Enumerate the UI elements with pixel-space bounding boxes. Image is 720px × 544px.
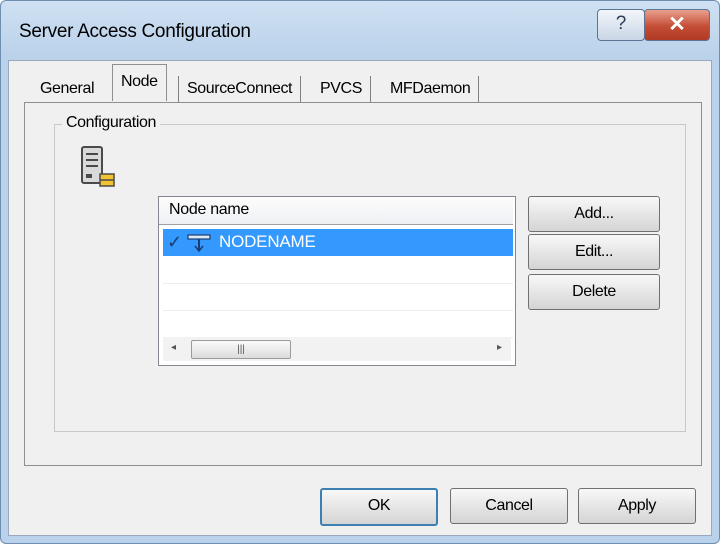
tab-sourceconnect[interactable]: SourceConnect — [178, 76, 302, 102]
cancel-button[interactable]: Cancel — [450, 488, 568, 524]
close-icon: ✕ — [668, 13, 686, 36]
edit-button[interactable]: Edit... — [528, 234, 660, 270]
tab-mfdaemon[interactable]: MFDaemon — [384, 76, 480, 102]
help-icon: ? — [615, 13, 627, 34]
scroll-right-icon[interactable]: ▸ — [497, 342, 502, 353]
grip-icon: ||| — [237, 344, 245, 355]
column-header-node-name[interactable]: Node name — [159, 197, 513, 225]
help-button[interactable]: ? — [597, 9, 645, 41]
column-header-label: Node name — [169, 201, 250, 218]
tab-general[interactable]: General — [40, 76, 95, 102]
window-title: Server Access Configuration — [19, 21, 251, 42]
add-button[interactable]: Add... — [528, 196, 660, 232]
list-empty-row — [163, 310, 513, 338]
apply-button[interactable]: Apply — [578, 488, 696, 524]
list-empty-row — [163, 283, 513, 311]
horizontal-scrollbar[interactable]: ◂ ||| ▸ — [163, 337, 511, 361]
list-item-nodename[interactable]: ✓ NODENAME — [163, 229, 513, 256]
list-item-label: NODENAME — [219, 232, 316, 251]
tab-strip: General Node SourceConnect PVCS MFDaemon — [0, 64, 720, 104]
network-node-icon — [187, 233, 211, 253]
list-empty-row — [163, 256, 513, 284]
close-button[interactable]: ✕ — [644, 9, 710, 41]
configuration-group-label: Configuration — [62, 114, 160, 132]
checkmark-icon: ✓ — [167, 232, 183, 252]
ok-button[interactable]: OK — [320, 488, 438, 526]
title-bar[interactable]: Server Access Configuration ? ✕ — [1, 1, 719, 61]
delete-button[interactable]: Delete — [528, 274, 660, 310]
tab-node[interactable]: Node — [112, 64, 167, 101]
server-icon — [78, 144, 118, 192]
tab-pvcs[interactable]: PVCS — [314, 76, 371, 102]
scroll-left-icon[interactable]: ◂ — [171, 342, 176, 353]
node-list[interactable]: Node name ✓ NODENAME ◂ ||| ▸ — [158, 196, 516, 366]
scrollbar-thumb[interactable]: ||| — [191, 340, 291, 359]
